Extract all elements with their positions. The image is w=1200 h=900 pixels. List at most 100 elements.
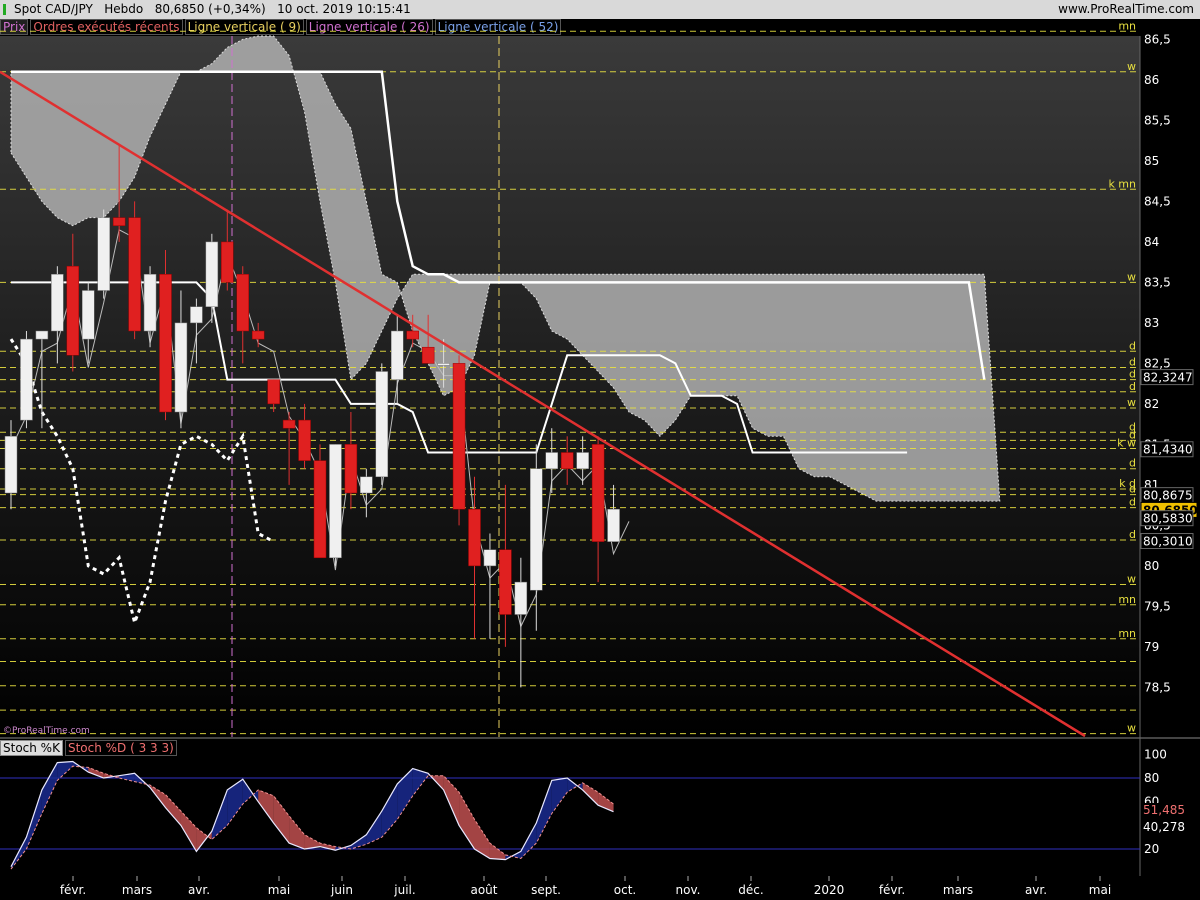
x-tick-label: mars: [122, 883, 152, 897]
level-tag: w: [1127, 396, 1136, 409]
x-tick-label: oct.: [614, 883, 636, 897]
candle-body: [267, 379, 280, 405]
level-tag: k mn: [1108, 177, 1136, 190]
x-tick-label: juin: [330, 883, 353, 897]
candle-body: [298, 419, 311, 461]
candle-body: [313, 460, 327, 559]
candle-body: [143, 274, 157, 332]
stoch-k-label[interactable]: Stoch %K: [0, 740, 63, 756]
y-tick-label: 78,5: [1144, 680, 1171, 694]
x-tick-label: août: [470, 883, 497, 897]
x-tick-label: juil.: [393, 883, 415, 897]
candle-body: [128, 217, 141, 332]
candle-body: [560, 452, 574, 469]
candle-body: [174, 322, 188, 413]
level-tag: d: [1129, 457, 1136, 470]
candle-body: [391, 330, 404, 380]
y-tick-label: 85: [1144, 154, 1159, 168]
price-label: 82,3247: [1143, 371, 1193, 385]
y-tick-label: 85,5: [1144, 113, 1171, 127]
candle-body: [607, 508, 620, 542]
x-tick-label: sept.: [531, 883, 561, 897]
price-label: 80,8675: [1143, 489, 1193, 503]
x-tick-label: févr.: [60, 883, 86, 897]
candle-body: [591, 444, 605, 542]
level-tag: w: [1127, 60, 1136, 73]
candle-body: [375, 371, 389, 478]
candle-body: [530, 468, 543, 591]
y-tick-label: 83: [1144, 316, 1159, 330]
stoch-legend: Stoch %K Stoch %D ( 3 3 3): [0, 740, 177, 757]
price-chart[interactable]: mnwk mnwddddwddk wdk ddddwmnmnw86,58685,…: [0, 0, 1200, 900]
candle-body: [437, 363, 450, 366]
candle-body: [112, 217, 126, 226]
level-tag: k w: [1117, 436, 1136, 449]
candle-body: [360, 476, 373, 494]
y-tick-label: 80: [1144, 559, 1159, 573]
y-tick-label: 86,5: [1144, 32, 1171, 46]
stoch-y-tick: 100: [1144, 747, 1167, 761]
x-tick-label: avr.: [188, 883, 210, 897]
y-tick-label: 83,5: [1144, 275, 1171, 289]
level-tag: mn: [1118, 593, 1136, 606]
level-tag: w: [1127, 270, 1136, 283]
x-tick-label: mars: [943, 883, 973, 897]
y-tick-label: 79,5: [1144, 599, 1171, 613]
candle-body: [205, 241, 219, 307]
candle-body: [329, 444, 342, 559]
candle-body: [499, 549, 512, 615]
x-tick-label: mai: [1089, 883, 1111, 897]
y-tick-label: 82: [1144, 397, 1159, 411]
candle-body: [344, 444, 358, 494]
candle-body: [35, 330, 49, 340]
candle-body: [406, 330, 419, 340]
level-tag: d: [1129, 339, 1136, 352]
level-tag: d: [1129, 355, 1136, 368]
level-tag: mn: [1118, 627, 1136, 640]
candle-body: [4, 436, 18, 494]
candle-body: [159, 274, 172, 413]
price-label: 81,4340: [1143, 443, 1193, 457]
level-tag: d: [1129, 380, 1136, 393]
candle-body: [514, 581, 528, 615]
level-tag: mn: [1118, 19, 1136, 32]
candle-body: [66, 265, 80, 356]
candle-body: [452, 363, 466, 510]
stoch-y-tick: 80: [1144, 771, 1159, 785]
x-tick-label: mai: [268, 883, 290, 897]
candle-body: [282, 419, 296, 429]
y-tick-label: 84: [1144, 235, 1159, 249]
candle-body: [421, 346, 435, 364]
level-tag: w: [1127, 573, 1136, 586]
candle-body: [97, 217, 110, 291]
level-tag: d: [1129, 528, 1136, 541]
candle-body: [20, 338, 33, 421]
candle-body: [221, 241, 234, 283]
x-tick-label: nov.: [676, 883, 701, 897]
candle-body: [576, 452, 589, 469]
level-tag: w: [1127, 722, 1136, 735]
price-label: 80,3010: [1143, 535, 1193, 549]
y-tick-label: 82,5: [1144, 356, 1171, 370]
x-tick-label: févr.: [879, 883, 905, 897]
candle-body: [468, 508, 481, 567]
y-tick-label: 84,5: [1144, 194, 1171, 208]
x-tick-label: avr.: [1025, 883, 1047, 897]
level-tag: d: [1129, 483, 1136, 496]
candle-body: [483, 549, 497, 567]
candle-body: [236, 274, 249, 332]
stoch-d-label[interactable]: Stoch %D ( 3 3 3): [64, 740, 177, 756]
level-tag: d: [1129, 368, 1136, 381]
x-tick-label: déc.: [738, 883, 763, 897]
stoch-k-value: 51,485: [1143, 803, 1185, 817]
candle-body: [251, 330, 265, 340]
price-label: 80,5830: [1143, 512, 1193, 526]
level-tag: d: [1129, 496, 1136, 509]
candle-body: [190, 306, 203, 324]
candle-body: [82, 290, 95, 340]
stoch-y-tick: 20: [1144, 842, 1159, 856]
y-tick-label: 79: [1144, 640, 1159, 654]
x-axis-bg: [0, 876, 1200, 900]
stoch-d-value: 40,278: [1143, 820, 1185, 834]
x-tick-label: 2020: [814, 883, 845, 897]
